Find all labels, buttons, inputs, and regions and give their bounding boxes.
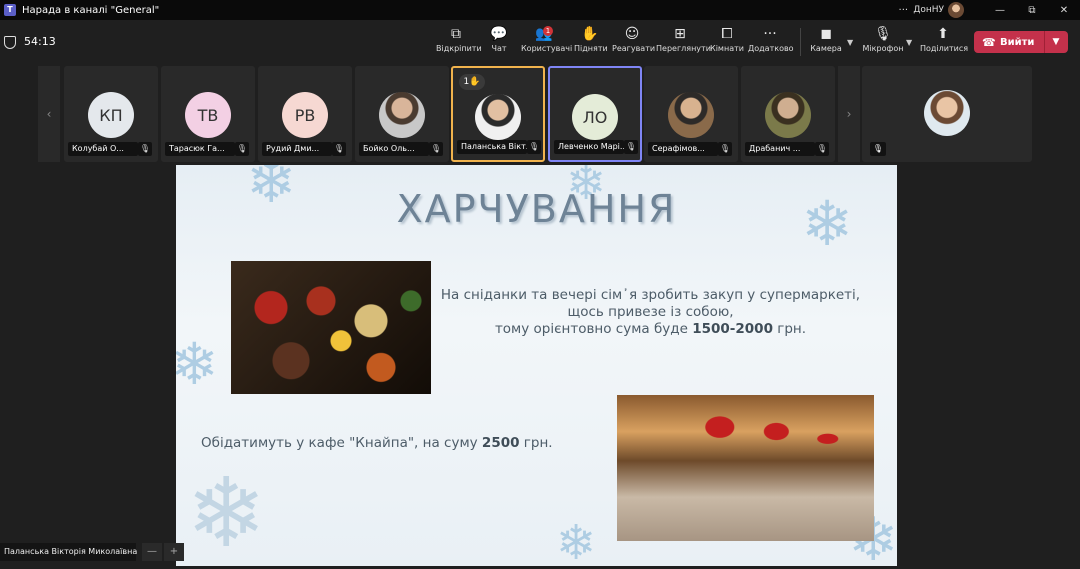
- org-name[interactable]: ДонНУ: [913, 5, 944, 15]
- zoom-out-button[interactable]: —: [142, 543, 162, 561]
- slide-text-cafe: Обідатимуть у кафе "Кнайпа", на суму 250…: [201, 435, 553, 451]
- participant-name: Серафімов...: [648, 142, 718, 156]
- mic-muted-icon: 🎙: [527, 140, 541, 154]
- strip-next-button[interactable]: ›: [838, 66, 860, 162]
- participant-name: Бойко Оль...: [359, 142, 429, 156]
- presenter-name-label: Паланська Вікторія Миколаївна: [0, 543, 137, 561]
- chat-button[interactable]: 💬 Чат: [484, 24, 514, 53]
- avatar: [924, 90, 970, 136]
- mic-button[interactable]: 🎙 Мікрофон: [862, 24, 904, 53]
- rooms-icon: ⧠: [721, 26, 733, 42]
- participant-name: Драбанич ...: [745, 142, 815, 156]
- meeting-timer: 54:13: [24, 35, 56, 48]
- hand-icon: ✋: [581, 26, 599, 42]
- avatar: ЛО: [572, 94, 618, 140]
- phone-hangup-icon: ☎: [982, 35, 996, 49]
- meeting-toolbar: 54:13 ⧉ Відкріпити 💬 Чат 👥 1 Користувачі…: [0, 20, 1080, 64]
- avatar: РВ: [282, 92, 328, 138]
- restore-button[interactable]: ⧉: [1016, 5, 1048, 16]
- chat-icon: 💬: [490, 26, 508, 42]
- participant-name: Паланська Вікт...: [457, 140, 527, 154]
- participant-name: Тарасюк Га...: [165, 142, 235, 156]
- mic-muted-icon: 🎙: [815, 142, 829, 156]
- shared-screen-slide: ❄ ❄ ❄ ❄ ❄ ❄ ❄ ХАРЧУВАННЯ На сніданки та …: [176, 165, 897, 566]
- participants-button[interactable]: 👥 1 Користувачі: [521, 24, 572, 53]
- participant-name: Левченко Марі...: [554, 140, 624, 154]
- participants-badge: 1: [543, 26, 553, 36]
- snowflake-icon: ❄: [186, 457, 267, 566]
- participant-tile[interactable]: Серафімов... 🎙: [644, 66, 738, 162]
- react-button[interactable]: ☺ Реагувати: [612, 24, 655, 53]
- teams-icon: T: [4, 4, 16, 16]
- snowflake-icon: ❄: [556, 515, 597, 566]
- title-bar: T Нарада в каналі "General" ··· ДонНУ — …: [0, 0, 1080, 20]
- close-button[interactable]: ✕: [1048, 5, 1080, 16]
- rooms-button[interactable]: ⧠ Кімнати: [710, 24, 744, 53]
- minimize-button[interactable]: —: [984, 5, 1016, 16]
- avatar: КП: [88, 92, 134, 138]
- participant-tile[interactable]: ТВ Тарасюк Га... 🎙: [161, 66, 255, 162]
- mic-muted-icon: 🎙: [235, 142, 249, 156]
- participant-tile[interactable]: КП Колубай О... 🎙: [64, 66, 158, 162]
- participant-tile-presenter[interactable]: 1✋ Паланська Вікт... 🎙: [451, 66, 545, 162]
- participant-name: Рудий Дми...: [262, 142, 332, 156]
- view-button[interactable]: ⊞ Переглянути: [656, 24, 711, 53]
- mic-muted-icon: 🎙: [870, 142, 886, 156]
- user-avatar[interactable]: [948, 2, 964, 18]
- participant-tile[interactable]: ЛО Левченко Марі... 🎙: [548, 66, 642, 162]
- snowflake-icon: ❄: [176, 330, 219, 398]
- leave-options-chevron-icon[interactable]: ▼: [1045, 37, 1067, 47]
- more-options-button[interactable]: ···: [893, 5, 913, 16]
- camera-off-icon: ◼: [820, 26, 832, 42]
- share-button[interactable]: ⬆ Поділитися: [920, 24, 968, 53]
- mic-muted-icon: 🎙: [332, 142, 346, 156]
- participant-tile[interactable]: Бойко Оль... 🎙: [355, 66, 449, 162]
- smile-icon: ☺: [624, 26, 640, 42]
- leave-button[interactable]: ☎ Вийти ▼: [974, 31, 1068, 53]
- ellipsis-icon: ···: [763, 26, 777, 42]
- shield-icon: [4, 36, 16, 49]
- raise-hand-button[interactable]: ✋ Підняти: [574, 24, 608, 53]
- window-title: Нарада в каналі "General": [22, 4, 160, 16]
- self-video-tile[interactable]: 🎙: [862, 66, 1032, 162]
- avatar: [475, 94, 521, 140]
- mic-off-icon: 🎙: [874, 26, 892, 42]
- mic-muted-icon: 🎙: [429, 142, 443, 156]
- strip-prev-button[interactable]: ‹: [38, 66, 60, 162]
- participant-tile[interactable]: РВ Рудий Дми... 🎙: [258, 66, 352, 162]
- mic-muted-icon: 🎙: [624, 140, 638, 154]
- food-image: [231, 261, 431, 394]
- camera-options-chevron-icon[interactable]: ▼: [847, 38, 853, 47]
- grid-icon: ⊞: [674, 26, 686, 42]
- participant-name: Колубай О...: [68, 142, 138, 156]
- mic-muted-icon: 🎙: [718, 142, 732, 156]
- camera-button[interactable]: ◼ Камера: [808, 24, 844, 53]
- avatar: [379, 92, 425, 138]
- participant-tile[interactable]: Драбанич ... 🎙: [741, 66, 835, 162]
- unpin-icon: ⧉: [451, 26, 461, 42]
- avatar: [765, 92, 811, 138]
- mic-muted-icon: 🎙: [138, 142, 152, 156]
- cafe-image: [617, 395, 874, 541]
- unpin-button[interactable]: ⧉ Відкріпити: [436, 24, 482, 53]
- raised-hand-icon: 1✋: [459, 74, 485, 90]
- avatar: ТВ: [185, 92, 231, 138]
- share-icon: ⬆: [937, 26, 949, 42]
- leave-label: Вийти: [1000, 36, 1035, 48]
- avatar: [668, 92, 714, 138]
- toolbar-divider: [800, 28, 801, 56]
- slide-title: ХАРЧУВАННЯ: [396, 187, 677, 231]
- more-button[interactable]: ··· Додатково: [748, 24, 794, 53]
- mic-options-chevron-icon[interactable]: ▼: [906, 38, 912, 47]
- slide-text-supermarket: На сніданки та вечері сім᾿я зробить заку…: [440, 287, 861, 337]
- zoom-in-button[interactable]: +: [164, 543, 184, 561]
